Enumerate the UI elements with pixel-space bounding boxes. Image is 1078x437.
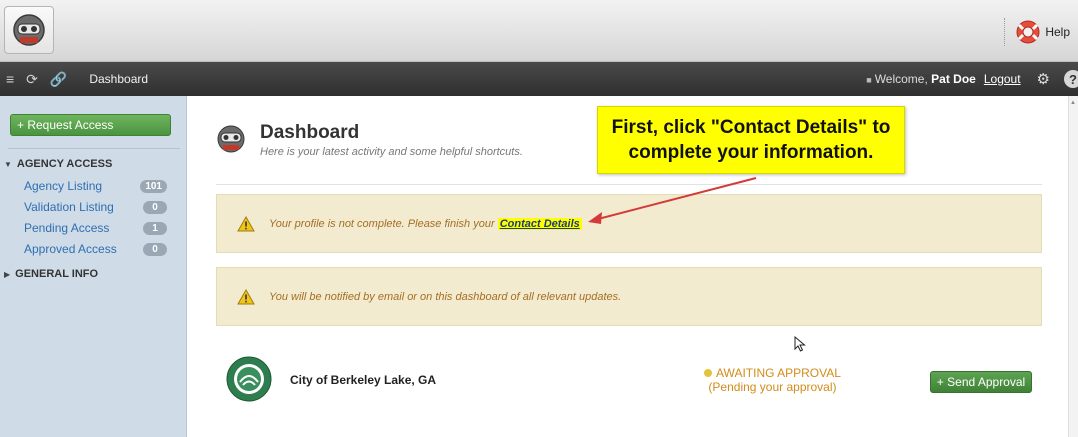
status-text: AWAITING APPROVAL	[716, 366, 841, 380]
sidebar-item-validation-listing[interactable]: Validation Listing 0	[24, 199, 167, 215]
status-dot-icon	[704, 369, 712, 377]
sidebar-item-agency-listing[interactable]: Agency Listing 101	[24, 178, 167, 194]
section-title: GENERAL INFO	[15, 268, 99, 280]
section-title: AGENCY ACCESS	[16, 158, 113, 170]
alert-message: Your profile is not complete. Please fin…	[269, 217, 582, 230]
sidebar-item-label[interactable]: Approved Access	[24, 242, 117, 256]
warning-icon	[237, 288, 255, 304]
logout-link[interactable]: Logout	[984, 72, 1021, 86]
link-icon[interactable]: 🔗	[50, 71, 67, 88]
notification-alert: You will be notified by email or on this…	[216, 267, 1042, 326]
alert-text: Your profile is not complete. Please fin…	[269, 217, 498, 230]
caret-right-icon: ▶	[4, 269, 11, 279]
city-seal-icon	[226, 356, 272, 402]
sidebar-item-pending-access[interactable]: Pending Access 1	[24, 220, 167, 236]
page-subtitle: Here is your latest activity and some he…	[260, 146, 523, 158]
count-badge: 0	[143, 200, 167, 214]
mouse-cursor-icon	[794, 336, 806, 352]
sidebar: + Request Access ▼ AGENCY ACCESS Agency …	[0, 96, 187, 437]
dashboard-icon	[217, 125, 245, 153]
count-badge: 0	[143, 242, 167, 256]
divider	[8, 148, 180, 149]
divider	[1004, 18, 1006, 46]
callout-line: First, click "Contact Details" to	[611, 117, 891, 138]
app-logo-icon	[13, 14, 45, 46]
lifebuoy-icon[interactable]	[1015, 19, 1041, 45]
request-access-button[interactable]: + Request Access	[10, 114, 171, 136]
top-bar: Help	[0, 0, 1078, 62]
page-title: Dashboard	[260, 122, 360, 143]
annotation-callout: First, click "Contact Details" to comple…	[597, 106, 905, 174]
alert-message: You will be notified by email or on this…	[269, 290, 622, 303]
app-logo-button[interactable]	[4, 6, 54, 54]
warning-icon	[237, 215, 255, 231]
help-area[interactable]: Help	[1004, 18, 1070, 46]
main-content: Dashboard Here is your latest activity a…	[188, 96, 1068, 437]
status-subtext: (Pending your approval)	[708, 380, 837, 394]
count-badge: 101	[140, 179, 167, 193]
sidebar-item-label[interactable]: Agency Listing	[24, 179, 102, 193]
send-approval-button[interactable]: + Send Approval	[930, 371, 1032, 393]
question-icon[interactable]: ?	[1064, 70, 1078, 88]
user-name: Pat Doe	[931, 72, 976, 86]
nav-title: Dashboard	[89, 72, 149, 86]
profile-incomplete-alert: Your profile is not complete. Please fin…	[216, 194, 1042, 253]
refresh-icon[interactable]: ⟳	[26, 71, 38, 88]
help-label[interactable]: Help	[1045, 25, 1070, 39]
scrollbar[interactable]	[1068, 96, 1078, 437]
section-general-info[interactable]: ▶ GENERAL INFO	[4, 268, 98, 280]
gear-icon[interactable]: ⚙	[1037, 70, 1050, 88]
user-icon: ■	[866, 75, 872, 85]
divider	[216, 184, 1042, 185]
menu-icon[interactable]: ≡	[6, 71, 14, 87]
organization-row: City of Berkeley Lake, GA AWAITING APPRO…	[216, 352, 1042, 412]
count-badge: 1	[143, 221, 167, 235]
sidebar-item-approved-access[interactable]: Approved Access 0	[24, 241, 167, 257]
welcome-prefix: Welcome,	[874, 72, 932, 86]
welcome-text: ■ Welcome, Pat Doe	[866, 72, 976, 86]
organization-name: City of Berkeley Lake, GA	[290, 373, 437, 387]
sidebar-item-label[interactable]: Validation Listing	[24, 200, 114, 214]
caret-down-icon: ▼	[4, 159, 12, 169]
section-agency-access[interactable]: ▼ AGENCY ACCESS	[4, 158, 112, 170]
nav-bar: ≡ ⟳ 🔗 Dashboard ■ Welcome, Pat Doe Logout…	[0, 62, 1078, 96]
callout-line: complete your information.	[628, 142, 874, 163]
contact-details-link[interactable]: Contact Details	[497, 217, 582, 230]
sidebar-item-label[interactable]: Pending Access	[24, 221, 109, 235]
scroll-up-icon[interactable]: ▲	[1070, 100, 1076, 106]
status-badge: AWAITING APPROVAL (Pending your approval…	[704, 366, 841, 394]
